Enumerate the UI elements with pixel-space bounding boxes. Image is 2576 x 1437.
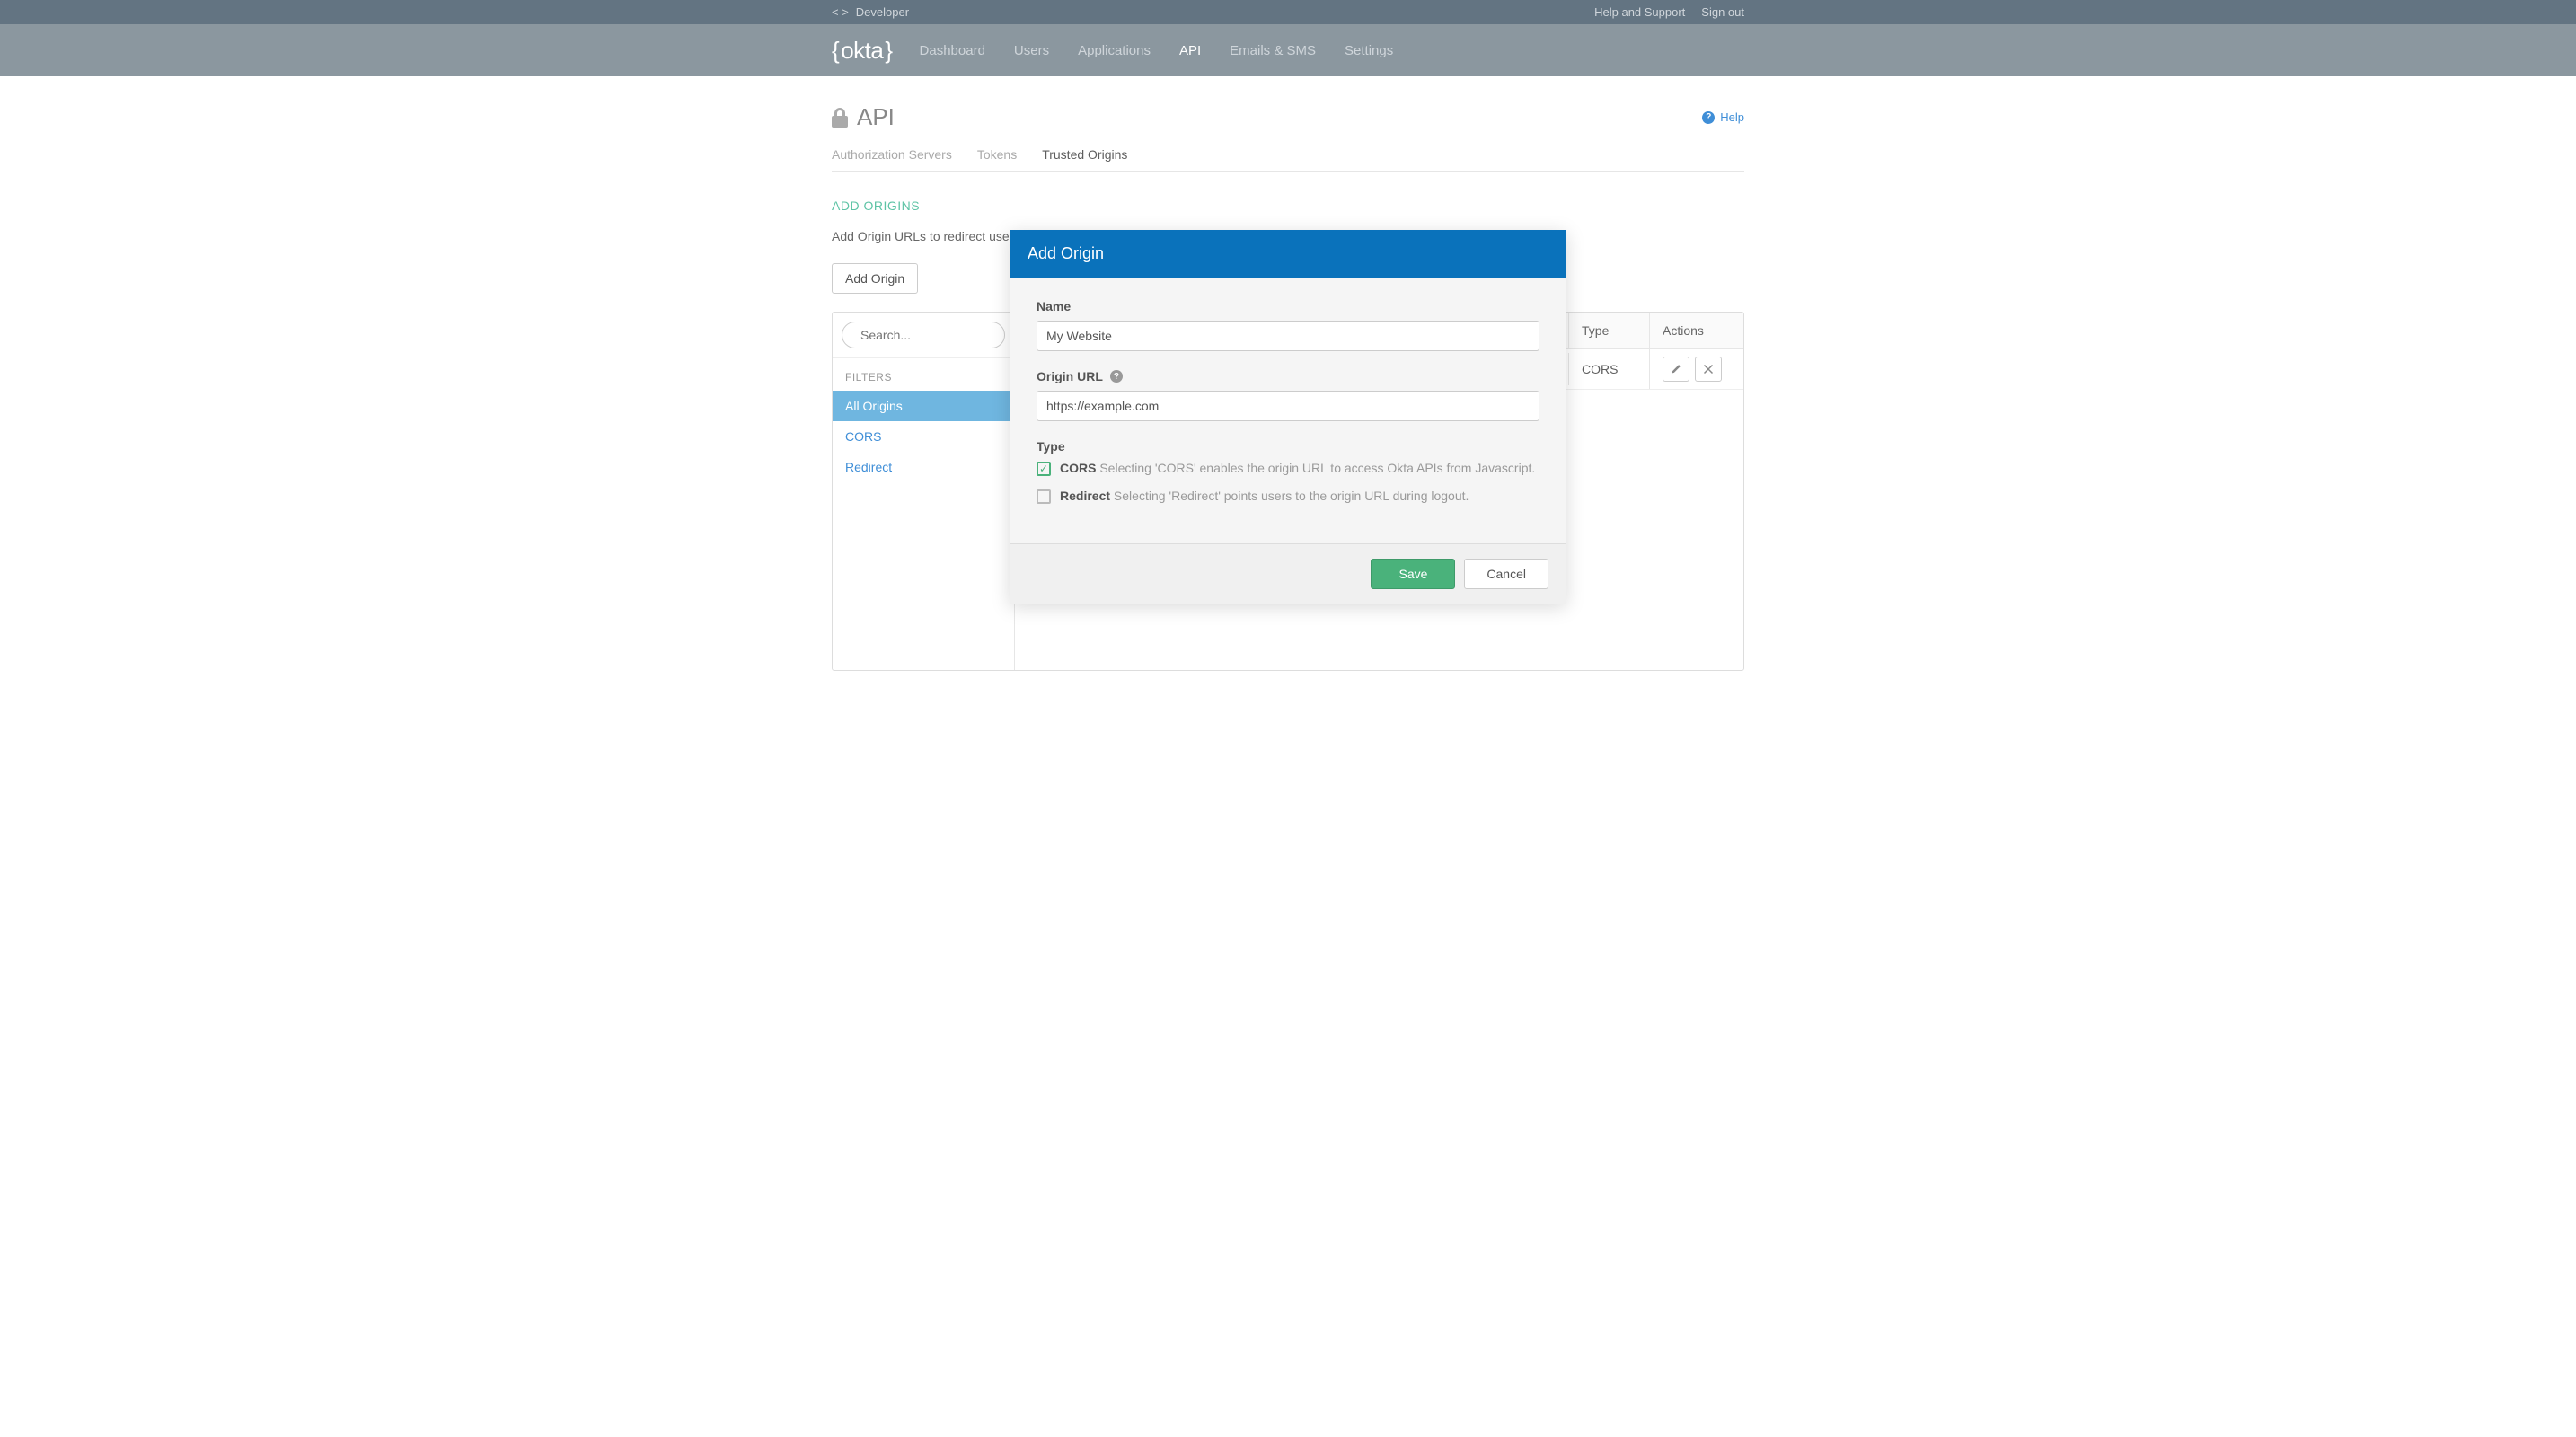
developer-switch[interactable]: < > Developer (832, 5, 909, 19)
name-label: Name (1037, 299, 1539, 313)
help-icon: ? (1702, 111, 1715, 124)
nav-applications[interactable]: Applications (1078, 43, 1151, 58)
filter-redirect[interactable]: Redirect (833, 452, 1014, 482)
filters-label: FILTERS (833, 357, 1014, 391)
page-title: API (857, 103, 895, 131)
code-icon: < > (832, 5, 849, 19)
section-title: ADD ORIGINS (832, 198, 1744, 213)
nav-emails[interactable]: Emails & SMS (1230, 43, 1316, 58)
tab-authorization-servers[interactable]: Authorization Servers (832, 147, 952, 171)
filter-cors[interactable]: CORS (833, 421, 1014, 452)
row-type: CORS (1568, 353, 1649, 385)
filter-all-origins[interactable]: All Origins (833, 391, 1014, 421)
developer-label: Developer (856, 5, 909, 19)
signout-link[interactable]: Sign out (1701, 5, 1744, 19)
help-support-link[interactable]: Help and Support (1594, 5, 1685, 19)
modal-title: Add Origin (1010, 230, 1566, 278)
delete-button[interactable] (1695, 357, 1722, 382)
col-actions: Actions (1649, 313, 1743, 348)
cancel-button[interactable]: Cancel (1464, 559, 1548, 589)
redirect-desc: Selecting 'Redirect' points users to the… (1114, 489, 1469, 503)
origin-url-input[interactable] (1037, 391, 1539, 421)
add-origin-modal: Add Origin Name Origin URL ? Type ✓ CORS… (1010, 230, 1566, 604)
save-button[interactable]: Save (1371, 559, 1455, 589)
pencil-icon (1671, 364, 1681, 375)
nav-dashboard[interactable]: Dashboard (920, 43, 985, 58)
nav-users[interactable]: Users (1014, 43, 1049, 58)
name-input[interactable] (1037, 321, 1539, 351)
help-label: Help (1720, 110, 1744, 124)
nav-api[interactable]: API (1179, 43, 1201, 58)
cors-label: CORS (1060, 461, 1096, 475)
cors-desc: Selecting 'CORS' enables the origin URL … (1099, 461, 1535, 475)
add-origin-button[interactable]: Add Origin (832, 263, 918, 294)
tab-tokens[interactable]: Tokens (977, 147, 1017, 171)
help-tooltip-icon[interactable]: ? (1110, 370, 1123, 383)
topbar: < > Developer Help and Support Sign out (0, 0, 2576, 24)
redirect-label: Redirect (1060, 489, 1110, 503)
checkmark-icon: ✓ (1039, 463, 1048, 474)
okta-logo[interactable]: okta (832, 37, 893, 65)
edit-button[interactable] (1663, 357, 1689, 382)
origin-url-label: Origin URL (1037, 369, 1103, 383)
tab-trusted-origins[interactable]: Trusted Origins (1042, 147, 1127, 171)
page-help-link[interactable]: ? Help (1702, 110, 1744, 124)
cors-checkbox[interactable]: ✓ (1037, 462, 1051, 476)
redirect-checkbox[interactable] (1037, 489, 1051, 504)
search-input[interactable] (860, 328, 1023, 342)
nav-settings[interactable]: Settings (1345, 43, 1393, 58)
navbar: okta Dashboard Users Applications API Em… (0, 24, 2576, 76)
type-label: Type (1037, 439, 1539, 454)
search-input-wrap[interactable] (842, 322, 1005, 348)
lock-icon (832, 108, 848, 128)
col-type: Type (1568, 313, 1649, 348)
close-icon (1703, 364, 1714, 375)
